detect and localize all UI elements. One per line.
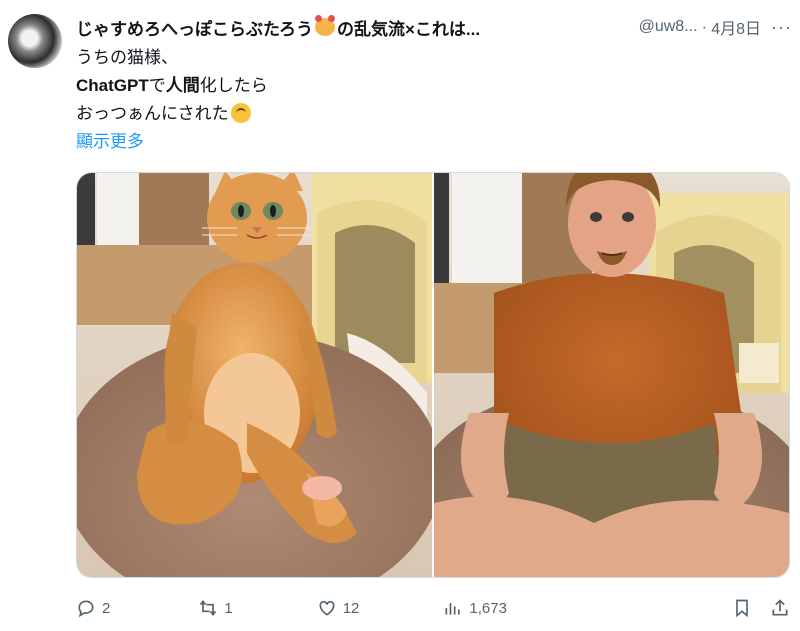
action-bar: 2 1 12 1,673: [76, 594, 790, 622]
upside-down-face-emoji-icon: [230, 103, 251, 123]
media-grid: [76, 172, 790, 578]
bookmark-icon: [736, 599, 748, 618]
ningen-word: 人間: [165, 76, 200, 95]
author-handle[interactable]: @uw8...: [639, 18, 698, 36]
tweet-text-line-1: うちの猫様、: [76, 48, 178, 67]
man-photo[interactable]: [434, 173, 789, 577]
like-button[interactable]: 12: [317, 598, 360, 618]
text-fragment: で: [148, 76, 166, 95]
author-avatar[interactable]: [8, 14, 62, 68]
tweet-date[interactable]: 4月8日: [711, 15, 761, 39]
tweet-text-line-2: ChatGPTで人間化したら: [76, 72, 268, 100]
views-count: 1,673: [469, 599, 507, 617]
share-button[interactable]: [770, 598, 790, 618]
views-chart-icon: [445, 603, 461, 615]
heart-icon: [319, 600, 335, 616]
tweet-text: うちの猫様、 ChatGPTで人間化したら おっつぁんにされた 顯示更多: [76, 44, 268, 156]
more-horizontal-icon[interactable]: ···: [771, 17, 792, 38]
retweet-icon: [200, 599, 217, 617]
chatgpt-word: ChatGPT: [76, 76, 149, 95]
man-photo-illustration: [434, 173, 789, 577]
reply-icon: [78, 600, 94, 618]
reply-count: 2: [102, 599, 111, 617]
views-button[interactable]: 1,673: [443, 598, 507, 618]
hamster-emoji-icon: [314, 15, 335, 36]
cat-photo-illustration: [77, 173, 432, 577]
share-icon: [772, 599, 788, 616]
separator-dot: ·: [701, 17, 708, 36]
author-name-suffix[interactable]: の乱気流×これは...: [337, 15, 480, 40]
text-fragment: 化したら: [199, 76, 268, 95]
tweet-header: じゃすめろへっぽこらぶたろう の乱気流×これは... @uw8... · 4月8…: [76, 14, 792, 40]
retweet-button[interactable]: 1: [198, 598, 233, 618]
cat-photo[interactable]: [77, 173, 434, 577]
like-count: 12: [342, 599, 360, 617]
retweet-count: 1: [224, 599, 233, 617]
reply-button[interactable]: 2: [76, 598, 110, 618]
text-fragment: おっつぁんにされた: [76, 104, 229, 123]
show-more-link[interactable]: 顯示更多: [76, 128, 268, 156]
bookmark-button[interactable]: [732, 598, 752, 618]
author-name[interactable]: じゃすめろへっぽこらぶたろう: [76, 15, 313, 40]
tweet-text-line-3: おっつぁんにされた: [76, 100, 268, 128]
